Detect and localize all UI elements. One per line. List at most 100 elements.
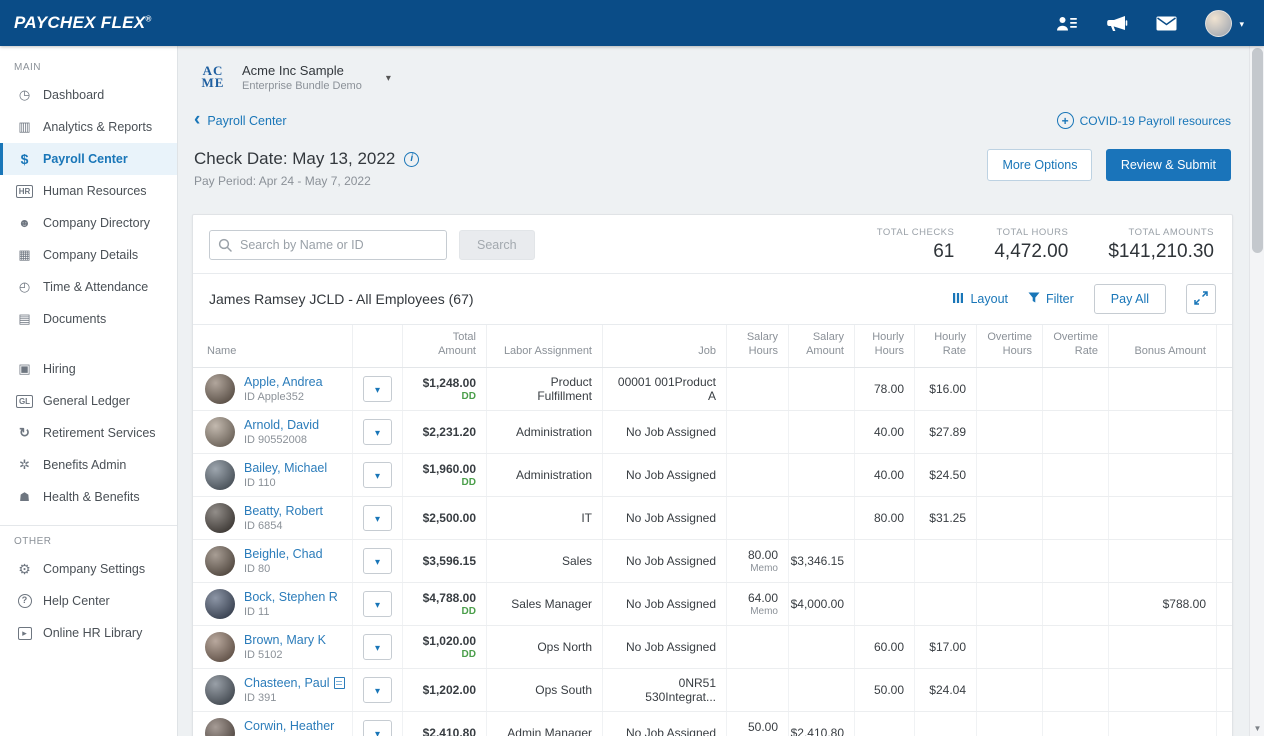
layout-button[interactable]: Layout (952, 292, 1008, 307)
check-options-dropdown[interactable] (363, 376, 392, 402)
check-options-dropdown[interactable] (363, 634, 392, 660)
sidebar-item-documents[interactable]: Documents (0, 303, 177, 335)
more-options-button[interactable]: More Options (987, 149, 1092, 181)
column-header-hourly-rate[interactable]: Hourly Rate (915, 325, 977, 367)
overtime-rate-cell[interactable] (1043, 669, 1109, 711)
salary-amount-cell[interactable]: $4,000.00 (789, 583, 855, 625)
overtime-rate-cell[interactable] (1043, 583, 1109, 625)
overtime-rate-cell[interactable] (1043, 411, 1109, 453)
profile-menu[interactable] (1205, 10, 1244, 37)
pay-all-button[interactable]: Pay All (1094, 284, 1166, 314)
bonus-amount-cell[interactable] (1109, 454, 1217, 496)
hourly-hours-cell[interactable] (855, 583, 915, 625)
sidebar-item-hiring[interactable]: Hiring (0, 353, 177, 385)
covid-payroll-resources-link[interactable]: COVID-19 Payroll resources (1057, 112, 1231, 129)
column-header-job[interactable]: Job (603, 325, 727, 367)
column-header-overtime-rate[interactable]: Overtime Rate (1043, 325, 1109, 367)
overtime-hours-cell[interactable] (977, 669, 1043, 711)
overtime-rate-cell[interactable] (1043, 454, 1109, 496)
check-options-dropdown[interactable] (363, 462, 392, 488)
hourly-hours-cell[interactable] (855, 712, 915, 736)
employee-name-link[interactable]: Bailey, Michael (244, 461, 327, 475)
hourly-rate-cell[interactable]: $24.04 (915, 669, 977, 711)
salary-amount-cell[interactable]: $3,346.15 (789, 540, 855, 582)
search-button[interactable]: Search (459, 230, 535, 260)
salary-hours-cell[interactable]: 50.00 Memo (727, 712, 789, 736)
overtime-hours-cell[interactable] (977, 712, 1043, 736)
page-scrollbar[interactable] (1249, 46, 1264, 736)
bonus-amount-cell[interactable] (1109, 712, 1217, 736)
hourly-rate-cell[interactable]: $16.00 (915, 368, 977, 410)
hourly-rate-cell[interactable] (915, 583, 977, 625)
sidebar-item-online-hr-library[interactable]: Online HR Library (0, 617, 177, 649)
check-options-dropdown[interactable] (363, 419, 392, 445)
hourly-rate-cell[interactable]: $31.25 (915, 497, 977, 539)
salary-hours-cell[interactable] (727, 368, 789, 410)
company-switcher-caret-icon[interactable] (386, 70, 391, 84)
employee-name-link[interactable]: Chasteen, Paul (244, 676, 329, 690)
salary-amount-cell[interactable] (789, 368, 855, 410)
employee-name-link[interactable]: Arnold, David (244, 418, 319, 432)
column-header-labor-assignment[interactable]: Labor Assignment (487, 325, 603, 367)
scrollbar-down-arrow[interactable] (1250, 721, 1264, 736)
review-submit-button[interactable]: Review & Submit (1106, 149, 1231, 181)
employee-name-link[interactable]: Beighle, Chad (244, 547, 323, 561)
overtime-hours-cell[interactable] (977, 583, 1043, 625)
column-header-total-amount[interactable]: Total Amount (403, 325, 487, 367)
employee-search-input[interactable] (209, 230, 447, 260)
column-header-hourly-hours[interactable]: Hourly Hours (855, 325, 915, 367)
employee-name-link[interactable]: Corwin, Heather (244, 719, 334, 733)
check-options-dropdown[interactable] (363, 677, 392, 703)
overtime-rate-cell[interactable] (1043, 712, 1109, 736)
expand-table-button[interactable] (1186, 284, 1216, 314)
check-options-dropdown[interactable] (363, 720, 392, 736)
sidebar-item-company-directory[interactable]: Company Directory (0, 207, 177, 239)
sidebar-item-analytics-reports[interactable]: Analytics & Reports (0, 111, 177, 143)
sidebar-item-company-settings[interactable]: Company Settings (0, 553, 177, 585)
salary-hours-cell[interactable] (727, 411, 789, 453)
contacts-icon[interactable] (1056, 15, 1078, 32)
hourly-rate-cell[interactable]: $27.89 (915, 411, 977, 453)
salary-amount-cell[interactable] (789, 411, 855, 453)
check-options-dropdown[interactable] (363, 548, 392, 574)
overtime-hours-cell[interactable] (977, 454, 1043, 496)
check-options-dropdown[interactable] (363, 591, 392, 617)
filter-button[interactable]: Filter (1028, 292, 1074, 306)
salary-hours-cell[interactable]: 64.00 Memo (727, 583, 789, 625)
overtime-hours-cell[interactable] (977, 497, 1043, 539)
bonus-amount-cell[interactable] (1109, 540, 1217, 582)
bonus-amount-cell[interactable] (1109, 411, 1217, 453)
overtime-hours-cell[interactable] (977, 411, 1043, 453)
salary-amount-cell[interactable] (789, 626, 855, 668)
hourly-hours-cell[interactable]: 40.00 (855, 454, 915, 496)
company-switcher[interactable]: AC ME Acme Inc Sample Enterprise Bundle … (194, 58, 1233, 96)
salary-hours-cell[interactable] (727, 626, 789, 668)
info-icon[interactable] (404, 152, 419, 167)
overtime-rate-cell[interactable] (1043, 540, 1109, 582)
sidebar-item-general-ledger[interactable]: General Ledger (0, 385, 177, 417)
salary-amount-cell[interactable] (789, 497, 855, 539)
overtime-rate-cell[interactable] (1043, 497, 1109, 539)
salary-hours-cell[interactable] (727, 497, 789, 539)
salary-amount-cell[interactable] (789, 454, 855, 496)
column-header-bonus-amount[interactable]: Bonus Amount (1109, 325, 1217, 367)
hourly-hours-cell[interactable]: 50.00 (855, 669, 915, 711)
salary-amount-cell[interactable] (789, 669, 855, 711)
bonus-amount-cell[interactable] (1109, 669, 1217, 711)
column-header-salary-hours[interactable]: Salary Hours (727, 325, 789, 367)
scrollbar-thumb[interactable] (1252, 48, 1263, 253)
salary-amount-cell[interactable]: $2,410.80 (789, 712, 855, 736)
employee-name-link[interactable]: Bock, Stephen R (244, 590, 338, 604)
sidebar-item-retirement-services[interactable]: Retirement Services (0, 417, 177, 449)
hourly-rate-cell[interactable]: $17.00 (915, 626, 977, 668)
sidebar-item-time-attendance[interactable]: Time & Attendance (0, 271, 177, 303)
sidebar-item-help-center[interactable]: Help Center (0, 585, 177, 617)
sidebar-item-human-resources[interactable]: Human Resources (0, 175, 177, 207)
sidebar-item-health-benefits[interactable]: Health & Benefits (0, 481, 177, 513)
salary-hours-cell[interactable]: 80.00 Memo (727, 540, 789, 582)
hourly-hours-cell[interactable]: 80.00 (855, 497, 915, 539)
bonus-amount-cell[interactable] (1109, 497, 1217, 539)
back-to-payroll-center-link[interactable]: Payroll Center (194, 114, 287, 128)
salary-hours-cell[interactable] (727, 454, 789, 496)
hourly-rate-cell[interactable]: $24.50 (915, 454, 977, 496)
